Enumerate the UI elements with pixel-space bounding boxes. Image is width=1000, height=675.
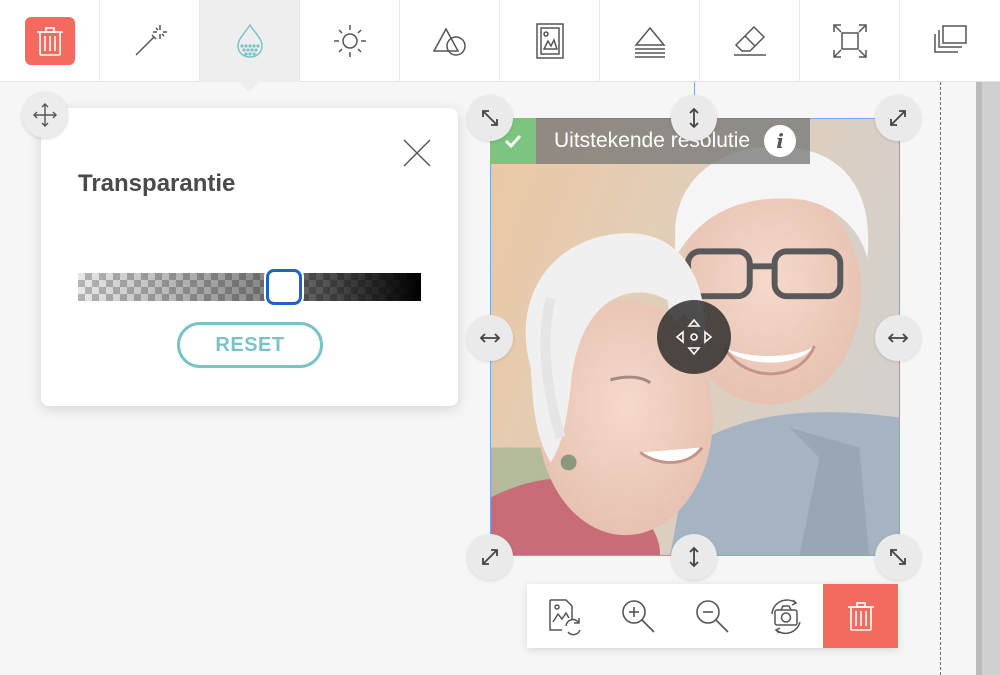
reset-button[interactable]: RESET — [177, 322, 323, 368]
page-edge-guide — [940, 82, 941, 675]
trash-icon — [36, 27, 63, 56]
brightness-tool-button[interactable] — [300, 0, 400, 82]
resize-handle-bottom-left[interactable] — [467, 534, 513, 580]
resize-handle-top-right[interactable] — [875, 95, 921, 141]
resize-handle-left[interactable] — [467, 315, 513, 361]
triangle-layers-icon — [633, 26, 666, 58]
droplet-icon — [236, 23, 263, 58]
zoom-in-icon — [622, 600, 655, 633]
fit-tool-button[interactable] — [800, 0, 900, 82]
frame-icon — [535, 23, 564, 59]
transparency-slider-track[interactable] — [78, 273, 421, 301]
layers-align-tool-button[interactable] — [600, 0, 700, 82]
transparency-slider-thumb[interactable] — [266, 269, 302, 305]
panel-move-handle[interactable] — [22, 92, 68, 138]
arrange-icon — [934, 25, 967, 53]
diagonal-arrow-icon — [890, 110, 906, 126]
zoom-in-button[interactable] — [601, 584, 675, 648]
replace-image-icon — [549, 599, 581, 636]
close-icon[interactable] — [402, 138, 432, 168]
diagonal-arrow-icon — [482, 110, 498, 126]
eraser-icon — [733, 25, 766, 56]
fullscreen-icon — [832, 24, 867, 58]
delete-button-bg — [24, 17, 75, 65]
info-icon[interactable]: i — [764, 125, 797, 157]
move-arrows-icon — [33, 103, 57, 127]
horizontal-arrow-icon — [887, 333, 909, 343]
vertical-arrow-icon — [689, 107, 699, 129]
resize-handle-bottom-right[interactable] — [875, 534, 921, 580]
resize-handle-right[interactable] — [875, 315, 921, 361]
trash-icon — [847, 602, 874, 631]
diagonal-arrow-icon — [482, 549, 498, 565]
rotate-button[interactable] — [749, 584, 823, 648]
canvas-scrollbar[interactable] — [976, 82, 1000, 675]
diagonal-arrow-icon — [890, 549, 906, 565]
move-arrows-icon — [675, 318, 713, 356]
replace-image-button[interactable] — [527, 584, 601, 648]
active-tool-pointer — [239, 82, 259, 92]
magic-wand-tool-button[interactable] — [100, 0, 200, 82]
horizontal-arrow-icon — [479, 333, 501, 343]
panel-title: Transparantie — [78, 170, 236, 197]
move-image-handle[interactable] — [657, 300, 731, 374]
resolution-label: Uitstekende resolutie — [554, 129, 751, 152]
zoom-out-icon — [696, 600, 729, 633]
shapes-tool-button[interactable] — [400, 0, 500, 82]
arrange-tool-button[interactable] — [900, 0, 1000, 82]
magic-wand-icon — [134, 25, 167, 56]
image-action-bar — [527, 584, 898, 648]
transparency-panel: Transparantie RESET — [41, 108, 458, 406]
delete-image-button[interactable] — [823, 584, 898, 648]
zoom-out-button[interactable] — [675, 584, 749, 648]
resize-handle-top[interactable] — [671, 95, 717, 141]
delete-tool-button[interactable] — [0, 0, 100, 82]
rotate-camera-icon — [771, 599, 801, 635]
main-toolbar — [0, 0, 1000, 82]
frame-tool-button[interactable] — [500, 0, 600, 82]
shapes-icon — [432, 27, 466, 56]
resize-handle-bottom[interactable] — [671, 534, 717, 580]
sun-icon — [333, 25, 366, 57]
transparency-tool-button[interactable] — [200, 0, 300, 82]
eraser-tool-button[interactable] — [700, 0, 800, 82]
vertical-arrow-icon — [689, 546, 699, 568]
resize-handle-top-left[interactable] — [467, 95, 513, 141]
resolution-badge: Uitstekende resolutie i — [490, 118, 811, 164]
